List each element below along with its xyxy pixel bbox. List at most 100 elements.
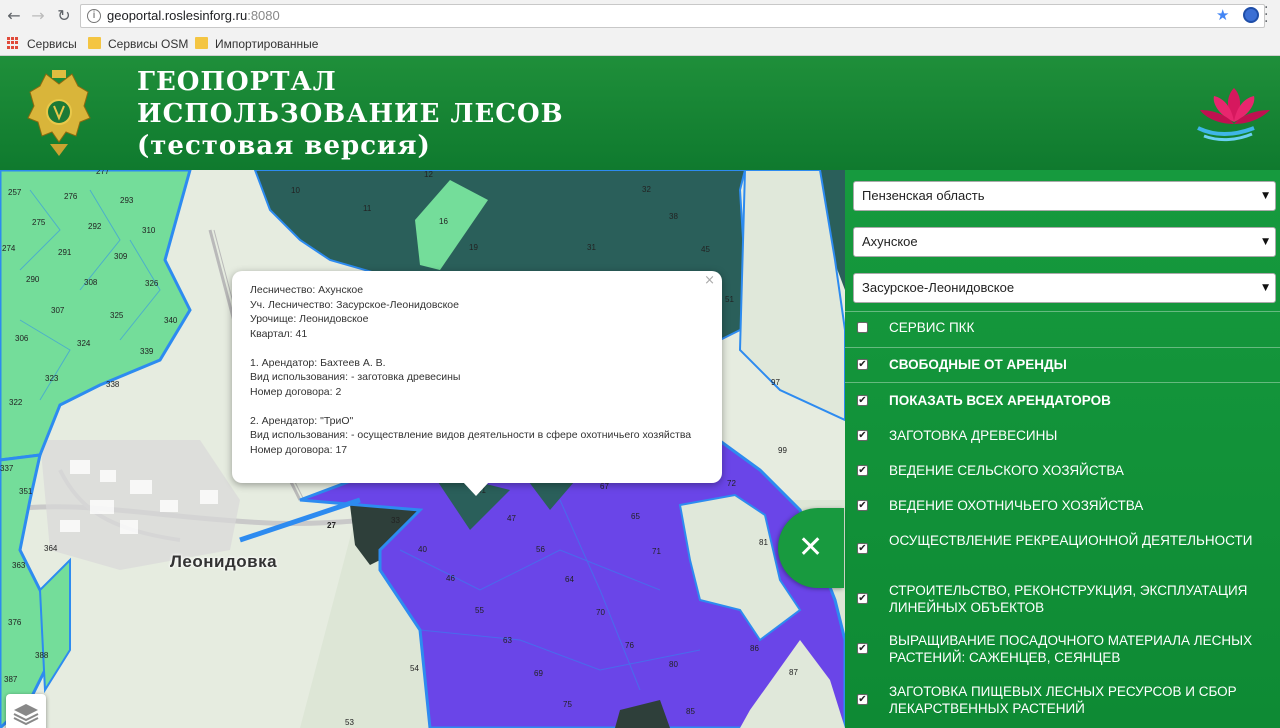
quarter-label: 293: [120, 196, 134, 205]
extension-icon[interactable]: [1243, 7, 1259, 23]
forward-icon[interactable]: →: [28, 6, 48, 26]
layer-label: ОСУЩЕСТВЛЕНИЕ РЕКРЕАЦИОННОЙ ДЕЯТЕЛЬНОСТИ: [889, 533, 1253, 548]
forestry-select[interactable]: Ахунское ▼: [853, 227, 1276, 257]
region-select[interactable]: Пензенская область ▼: [853, 181, 1276, 211]
quarter-label: 275: [32, 218, 46, 227]
quarter-label: 309: [114, 252, 128, 261]
quarter-label: 33: [391, 516, 400, 525]
quarter-label: 19: [469, 243, 478, 252]
layer-label: ВЫРАЩИВАНИЕ ПОСАДОЧНОГО МАТЕРИАЛА ЛЕСНЫХ…: [889, 633, 1253, 665]
layers-panel: Пензенская область ▼ Ахунское ▼ Засурско…: [845, 170, 1280, 728]
quarter-label: 16: [439, 217, 448, 226]
quarter-label: 86: [750, 644, 759, 653]
layer-planting-material[interactable]: ✔ ВЫРАЩИВАНИЕ ПОСАДОЧНОГО МАТЕРИАЛА ЛЕСН…: [845, 632, 1280, 668]
checkbox[interactable]: ✔: [857, 465, 868, 476]
layer-free-from-lease[interactable]: ✔ СВОБОДНЫЕ ОТ АРЕНДЫ: [845, 356, 1280, 376]
layer-food-resources[interactable]: ✔ ЗАГОТОВКА ПИЩЕВЫХ ЛЕСНЫХ РЕСУРСОВ И СБ…: [845, 683, 1280, 719]
checkbox[interactable]: ✔: [857, 359, 868, 370]
layer-label: ВЕДЕНИЕ ОХОТНИЧЬЕГО ХОЗЯЙСТВА: [889, 498, 1144, 513]
close-icon: ✕: [798, 530, 824, 565]
divider: [845, 382, 1280, 383]
layers-button[interactable]: [6, 694, 46, 728]
layer-label: СЕРВИС ПКК: [889, 320, 975, 335]
select-value: Ахунское: [862, 234, 918, 249]
quarter-label: 32: [642, 185, 651, 194]
layer-label: ПОКАЗАТЬ ВСЕХ АРЕНДАТОРОВ: [889, 393, 1111, 408]
chevron-down-icon: ▼: [1262, 283, 1269, 293]
quarter-label: 47: [507, 514, 516, 523]
checkbox[interactable]: ✔: [857, 694, 868, 705]
quarter-label: 40: [418, 545, 427, 554]
quarter-label: 376: [8, 618, 22, 627]
back-icon[interactable]: ←: [4, 6, 24, 26]
quarter-label: 339: [140, 347, 154, 356]
bookmark-label: Импортированные: [215, 37, 319, 51]
quarter-label: 63: [503, 636, 512, 645]
checkbox[interactable]: [857, 322, 868, 333]
checkbox[interactable]: ✔: [857, 543, 868, 554]
checkbox[interactable]: ✔: [857, 643, 868, 654]
quarter-label: 54: [410, 664, 419, 673]
quarter-label: 292: [88, 222, 102, 231]
popup-line: Уч. Лесничество: Засурское-Леонидовское: [250, 298, 459, 311]
layers-icon: [13, 704, 39, 726]
popup-line: Квартал: 41: [250, 327, 308, 340]
map-view[interactable]: 257 276 277 293 275 292 310 274 291 309 …: [0, 170, 845, 728]
close-icon[interactable]: ×: [704, 273, 715, 289]
quarter-label: 85: [686, 707, 695, 716]
bookmark-services[interactable]: Сервисы: [7, 36, 77, 52]
quarter-label: 338: [106, 380, 120, 389]
layer-wood-harvesting[interactable]: ✔ ЗАГОТОВКА ДРЕВЕСИНЫ: [845, 427, 1280, 447]
reload-icon[interactable]: ↻: [54, 6, 74, 26]
chevron-down-icon: ▼: [1262, 237, 1269, 247]
quarter-label: 351: [19, 487, 33, 496]
quarter-label: 75: [563, 700, 572, 709]
select-value: Пензенская область: [862, 188, 985, 203]
quarter-label: 99: [778, 446, 787, 455]
layer-label: СВОБОДНЫЕ ОТ АРЕНДЫ: [889, 357, 1067, 372]
quarter-label: 322: [9, 398, 23, 407]
layer-recreation[interactable]: ✔ ОСУЩЕСТВЛЕНИЕ РЕКРЕАЦИОННОЙ ДЕЯТЕЛЬНОС…: [845, 532, 1280, 568]
bookmark-label: Сервисы OSM: [108, 37, 189, 51]
quarter-label: 71: [652, 547, 661, 556]
checkbox[interactable]: ✔: [857, 500, 868, 511]
quarter-label: 340: [164, 316, 178, 325]
popup-line: 1. Арендатор: Бахтеев А. В.: [250, 356, 386, 369]
quarter-label: 45: [701, 245, 710, 254]
site-title: ГЕОПОРТАЛ ИСПОЛЬЗОВАНИЕ ЛЕСОВ (тестовая …: [137, 66, 564, 162]
layer-show-all-tenants[interactable]: ✔ ПОКАЗАТЬ ВСЕХ АРЕНДАТОРОВ: [845, 392, 1280, 412]
bookmark-label: Сервисы: [27, 37, 77, 51]
layer-linear-objects[interactable]: ✔ СТРОИТЕЛЬСТВО, РЕКОНСТРУКЦИЯ, ЭКСПЛУАТ…: [845, 582, 1280, 618]
browser-menu-icon[interactable]: · · ·: [1264, 1, 1268, 29]
checkbox[interactable]: ✔: [857, 430, 868, 441]
layer-pkk-service[interactable]: СЕРВИС ПКК: [845, 319, 1280, 339]
quarter-label: 69: [534, 669, 543, 678]
quarter-label: 364: [44, 544, 58, 553]
district-forestry-select[interactable]: Засурское-Леонидовское ▼: [853, 273, 1276, 303]
popup-line: 2. Арендатор: "ТриО": [250, 414, 354, 427]
folder-icon: [195, 37, 208, 49]
layer-hunting[interactable]: ✔ ВЕДЕНИЕ ОХОТНИЧЬЕГО ХОЗЯЙСТВА: [845, 497, 1280, 517]
layer-agriculture[interactable]: ✔ ВЕДЕНИЕ СЕЛЬСКОГО ХОЗЯЙСТВА: [845, 462, 1280, 482]
bookmark-imported[interactable]: Импортированные: [195, 36, 318, 52]
quarter-label: 323: [45, 374, 59, 383]
quarter-label: 67: [600, 482, 609, 491]
quarter-label: 65: [631, 512, 640, 521]
address-bar[interactable]: i geoportal.roslesinforg.ru:8080: [80, 4, 1265, 28]
title-line: (тестовая версия): [137, 131, 431, 161]
quarter-label: 306: [15, 334, 29, 343]
town-label: Леонидовка: [170, 552, 278, 571]
bookmark-star-icon[interactable]: ★: [1216, 6, 1229, 24]
title-line: ИСПОЛЬЗОВАНИЕ ЛЕСОВ: [137, 99, 564, 129]
divider: [845, 347, 1280, 348]
bookmark-osm[interactable]: Сервисы OSM: [88, 36, 188, 52]
quarter-label: 87: [789, 668, 798, 677]
quarter-label: 291: [58, 248, 72, 257]
info-icon[interactable]: i: [87, 9, 101, 23]
checkbox[interactable]: ✔: [857, 395, 868, 406]
lotus-logo: [1197, 88, 1270, 142]
checkbox[interactable]: ✔: [857, 593, 868, 604]
quarter-label: 11: [363, 204, 372, 213]
popup-pointer: [463, 482, 489, 496]
popup-line: Вид использования: - осуществление видов…: [250, 429, 692, 441]
